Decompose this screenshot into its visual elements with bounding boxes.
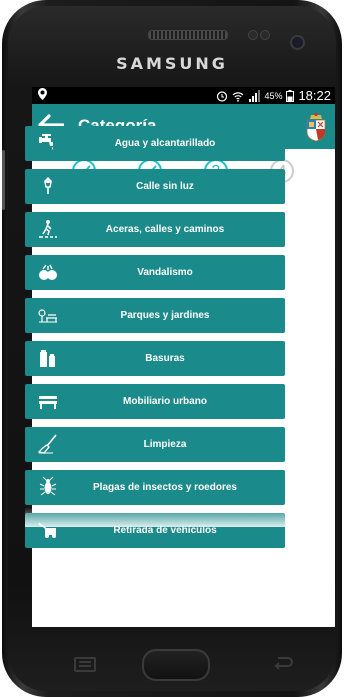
- trash-bins-icon: [38, 348, 58, 368]
- earpiece-speaker: [148, 30, 228, 40]
- front-camera: [290, 35, 305, 50]
- cockroach-icon: [38, 476, 58, 497]
- category-item-calle-sin-luz[interactable]: Calle sin luz: [25, 169, 285, 204]
- category-item-basuras[interactable]: Basuras: [25, 341, 285, 376]
- category-label: Vandalismo: [137, 267, 193, 278]
- phone-frame: SAMSUNG 45% 18:22 Categoría: [2, 0, 342, 697]
- location-pin-icon: [38, 88, 47, 103]
- street-lamp-icon: [38, 176, 58, 196]
- scroll-fade: [25, 507, 285, 527]
- category-label: Plagas de insectos y roedores: [93, 482, 237, 493]
- category-item-plagas[interactable]: Plagas de insectos y roedores: [25, 470, 285, 505]
- category-item-limpieza[interactable]: Limpieza: [25, 427, 285, 462]
- status-bar: 45% 18:22: [32, 87, 335, 104]
- home-button[interactable]: [142, 649, 210, 681]
- pedestrian-crossing-icon: [38, 219, 58, 239]
- volume-button: [2, 150, 5, 210]
- brand-logo: SAMSUNG: [116, 54, 228, 73]
- category-item-aceras[interactable]: Aceras, calles y caminos: [25, 212, 285, 247]
- battery-percent: 45%: [264, 90, 283, 101]
- category-list: Agua y alcantarillado Calle sin luz Acer…: [25, 126, 285, 556]
- category-item-parques[interactable]: Parques y jardines: [25, 298, 285, 333]
- park-bench-icon: [38, 305, 58, 325]
- status-icons: 45% 18:22: [216, 88, 331, 103]
- back-key-icon[interactable]: [270, 654, 296, 672]
- alarm-icon: [217, 90, 228, 102]
- wifi-icon: [233, 91, 244, 102]
- category-label: Calle sin luz: [136, 181, 194, 192]
- menu-key[interactable]: [74, 657, 96, 672]
- broom-icon: [37, 434, 58, 454]
- light-sensor: [260, 30, 270, 40]
- category-label: Aceras, calles y caminos: [105, 224, 225, 235]
- category-label: Parques y jardines: [120, 310, 210, 321]
- water-tap-icon: [38, 133, 58, 153]
- category-item-agua[interactable]: Agua y alcantarillado: [25, 126, 285, 161]
- town-crest-icon: [305, 112, 327, 142]
- category-label: Agua y alcantarillado: [114, 138, 216, 149]
- bench-icon: [38, 391, 58, 411]
- battery-icon: [286, 89, 295, 102]
- clock: 18:22: [298, 88, 331, 103]
- proximity-sensor: [248, 30, 258, 40]
- vandalism-icon: [38, 262, 58, 282]
- category-label: Limpieza: [143, 439, 187, 450]
- signal-icon: [249, 89, 261, 102]
- category-label: Mobiliario urbano: [123, 396, 207, 407]
- category-label: Basuras: [145, 353, 185, 364]
- category-item-vandalismo[interactable]: Vandalismo: [25, 255, 285, 290]
- category-item-mobiliario[interactable]: Mobiliario urbano: [25, 384, 285, 419]
